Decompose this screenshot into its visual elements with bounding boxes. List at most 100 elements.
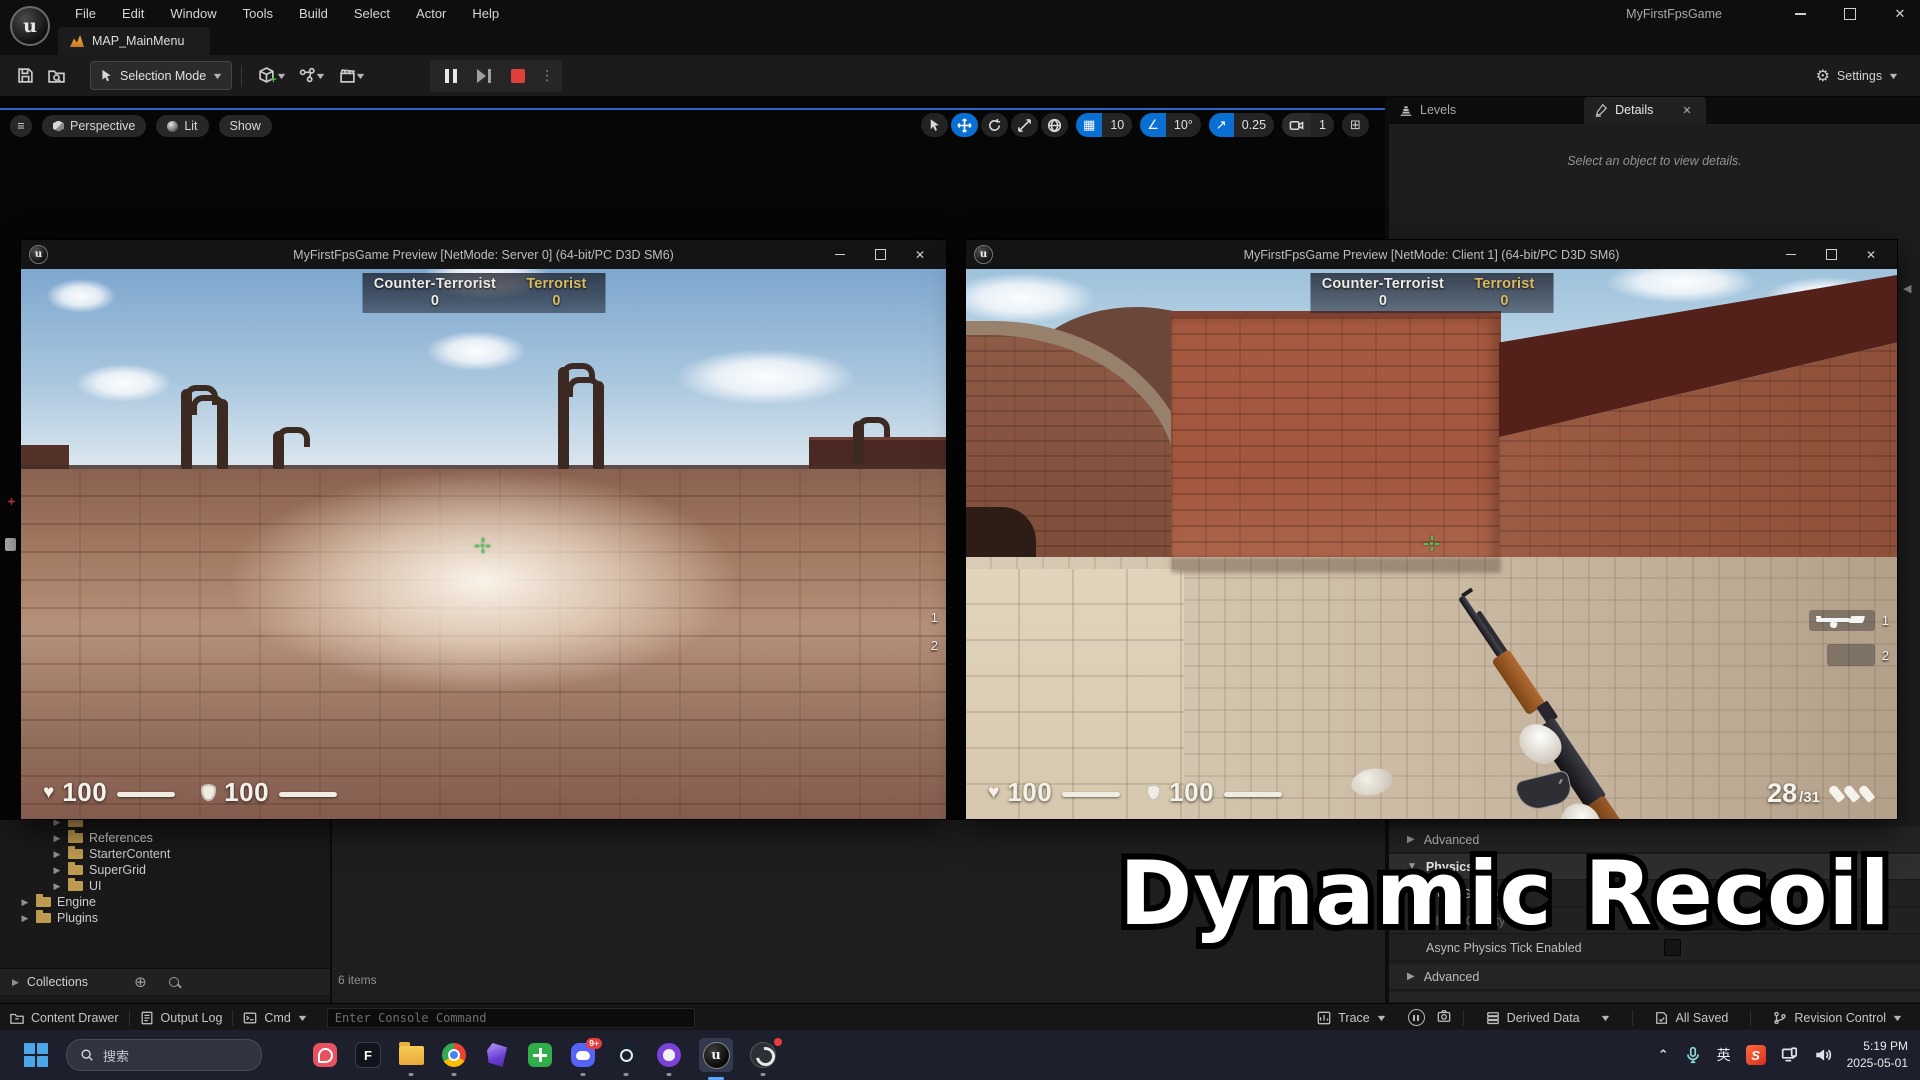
revision-control-dropdown[interactable]: Revision Control ▼ bbox=[1763, 1011, 1912, 1025]
camera-speed-control[interactable]: ↗ 0.25 bbox=[1209, 113, 1274, 137]
all-saved-button[interactable]: All Saved bbox=[1645, 1011, 1739, 1025]
minimize-button[interactable] bbox=[820, 240, 860, 269]
taskbar-clock[interactable]: 5:19 PM 2025-05-01 bbox=[1847, 1038, 1908, 1073]
terminal-icon bbox=[243, 1011, 257, 1025]
tree-item-plugins[interactable]: ▶ Plugins bbox=[0, 910, 330, 926]
game-view-server[interactable]: Counter-Terrorist 0 Terrorist 0 1 2 ♥ 10… bbox=[21, 269, 946, 819]
tree-item-clipped[interactable]: ▶ bbox=[0, 820, 330, 830]
network-display-icon[interactable] bbox=[1781, 1046, 1799, 1064]
edge-artifact-white bbox=[5, 538, 16, 551]
rotation-snap-control[interactable]: ∠ 10° bbox=[1140, 113, 1201, 137]
taskbar-discord[interactable]: 9+ bbox=[570, 1042, 596, 1068]
insights-pause-icon[interactable] bbox=[1408, 1009, 1425, 1026]
microphone-icon[interactable] bbox=[1684, 1046, 1702, 1064]
grid-snap-control[interactable]: ▦ 10 bbox=[1076, 113, 1132, 137]
taskbar-chrome[interactable] bbox=[441, 1042, 467, 1068]
close-button[interactable]: ✕ bbox=[900, 240, 940, 269]
close-button[interactable]: ✕ bbox=[1888, 5, 1912, 23]
output-log-button[interactable]: Output Log bbox=[130, 1011, 233, 1025]
maximize-button[interactable] bbox=[1811, 240, 1851, 269]
save-button[interactable] bbox=[10, 61, 41, 91]
main-toolbar: Selection Mode ▼ + ▼ ▼ ▼ ⋮ ⚙ Settings ▼ bbox=[0, 55, 1920, 97]
menu-build[interactable]: Build bbox=[286, 0, 341, 27]
taskbar-search[interactable]: 搜索 bbox=[66, 1039, 262, 1071]
taskbar-app-red[interactable] bbox=[312, 1042, 338, 1068]
taskbar-unreal-engine[interactable]: u bbox=[699, 1038, 733, 1072]
levels-icon bbox=[1399, 103, 1413, 117]
cinematics-button[interactable]: ▼ bbox=[332, 61, 372, 91]
game-view-client[interactable]: Counter-Terrorist 0 Terrorist 0 1 2 bbox=[966, 269, 1897, 819]
menu-help[interactable]: Help bbox=[459, 0, 512, 27]
settings-dropdown[interactable]: ⚙ Settings ▼ bbox=[1816, 66, 1898, 86]
search-collections-icon[interactable] bbox=[169, 977, 179, 987]
derived-data-dropdown[interactable]: Derived Data ▼ bbox=[1476, 1011, 1620, 1025]
tree-item-references[interactable]: ▶ References bbox=[0, 830, 330, 846]
browse-content-button[interactable] bbox=[41, 61, 72, 91]
camera-count-control[interactable]: 1 bbox=[1282, 113, 1334, 137]
taskbar-steam[interactable] bbox=[613, 1042, 639, 1068]
minimize-button[interactable] bbox=[1788, 5, 1812, 23]
tab-details[interactable]: Details ✕ bbox=[1584, 96, 1705, 124]
viewport-options-button[interactable]: ≡ bbox=[10, 115, 32, 137]
frame-skip-button[interactable] bbox=[470, 61, 498, 91]
taskbar-file-explorer[interactable] bbox=[398, 1042, 424, 1068]
taskbar-app-green[interactable] bbox=[527, 1042, 553, 1068]
maximize-button[interactable] bbox=[860, 240, 900, 269]
tree-item-startercontent[interactable]: ▶ StarterContent bbox=[0, 846, 330, 862]
details-row-advanced-2[interactable]: ▶ Advanced bbox=[1389, 964, 1920, 990]
taskbar-obs[interactable] bbox=[750, 1042, 776, 1068]
tree-item-ui[interactable]: ▶ UI bbox=[0, 878, 330, 894]
sougou-input-icon[interactable]: S bbox=[1746, 1045, 1766, 1065]
tree-item-engine[interactable]: ▶ Engine bbox=[0, 894, 330, 910]
scale-tool-button[interactable] bbox=[1011, 113, 1038, 137]
menu-edit[interactable]: Edit bbox=[109, 0, 157, 27]
pie-server-titlebar[interactable]: u MyFirstFpsGame Preview [NetMode: Serve… bbox=[21, 240, 946, 269]
details-tab-label: Details bbox=[1615, 103, 1653, 117]
trace-dropdown[interactable]: Trace ▼ bbox=[1307, 1011, 1395, 1025]
stop-button[interactable] bbox=[504, 61, 532, 91]
tray-expand-icon[interactable]: ⌃ bbox=[1658, 1047, 1669, 1063]
close-button[interactable]: ✕ bbox=[1851, 240, 1891, 269]
menu-actor[interactable]: Actor bbox=[403, 0, 459, 27]
screenshot-button[interactable] bbox=[1437, 1009, 1451, 1026]
taskbar-app-f[interactable]: F bbox=[355, 1042, 381, 1068]
close-tab-icon[interactable]: ✕ bbox=[1682, 104, 1691, 117]
move-tool-button[interactable] bbox=[951, 113, 978, 137]
maximize-viewport-button[interactable]: ⊞ bbox=[1342, 113, 1369, 137]
pause-button[interactable] bbox=[438, 61, 464, 91]
ime-language-indicator[interactable]: 英 bbox=[1717, 1045, 1731, 1065]
collections-bar[interactable]: ▶ Collections ⊕ bbox=[0, 968, 330, 995]
menu-window[interactable]: Window bbox=[157, 0, 229, 27]
folder-icon bbox=[68, 865, 83, 875]
tab-levels[interactable]: Levels bbox=[1389, 96, 1466, 124]
content-drawer-button[interactable]: Content Drawer bbox=[0, 1011, 129, 1025]
taskbar-github-desktop[interactable] bbox=[656, 1042, 682, 1068]
pie-client-titlebar[interactable]: u MyFirstFpsGame Preview [NetMode: Clien… bbox=[966, 240, 1897, 269]
minimize-button[interactable] bbox=[1771, 240, 1811, 269]
play-options-kebab-icon[interactable]: ⋮ bbox=[540, 67, 554, 84]
folder-icon bbox=[68, 833, 83, 843]
menu-file[interactable]: File bbox=[62, 0, 109, 27]
sidebar-collapse-icon[interactable]: ◀ bbox=[1903, 282, 1911, 295]
speaker-icon[interactable] bbox=[1814, 1046, 1832, 1064]
add-actor-button[interactable]: + ▼ bbox=[251, 61, 292, 91]
view-mode-dropdown[interactable]: Lit bbox=[156, 115, 208, 137]
tree-item-supergrid[interactable]: ▶ SuperGrid bbox=[0, 862, 330, 878]
show-dropdown[interactable]: Show bbox=[219, 115, 272, 137]
menu-select[interactable]: Select bbox=[341, 0, 403, 27]
blueprints-button[interactable]: ▼ bbox=[292, 61, 332, 91]
menu-tools[interactable]: Tools bbox=[230, 0, 286, 27]
perspective-dropdown[interactable]: Perspective bbox=[42, 115, 146, 137]
cmd-dropdown[interactable]: Cmd ▼ bbox=[233, 1011, 316, 1025]
maximize-button[interactable] bbox=[1838, 5, 1862, 23]
select-tool-button[interactable] bbox=[921, 113, 948, 137]
rotate-tool-button[interactable] bbox=[981, 113, 1008, 137]
add-collection-icon[interactable]: ⊕ bbox=[134, 973, 147, 991]
world-local-toggle-button[interactable] bbox=[1041, 113, 1068, 137]
start-button[interactable] bbox=[24, 1043, 48, 1067]
details-empty-message: Select an object to view details. bbox=[1389, 154, 1920, 168]
selection-mode-dropdown[interactable]: Selection Mode ▼ bbox=[90, 61, 232, 90]
taskbar-obsidian[interactable] bbox=[484, 1042, 510, 1068]
tab-map-mainmenu[interactable]: MAP_MainMenu bbox=[58, 27, 210, 55]
console-command-input[interactable] bbox=[327, 1008, 695, 1028]
